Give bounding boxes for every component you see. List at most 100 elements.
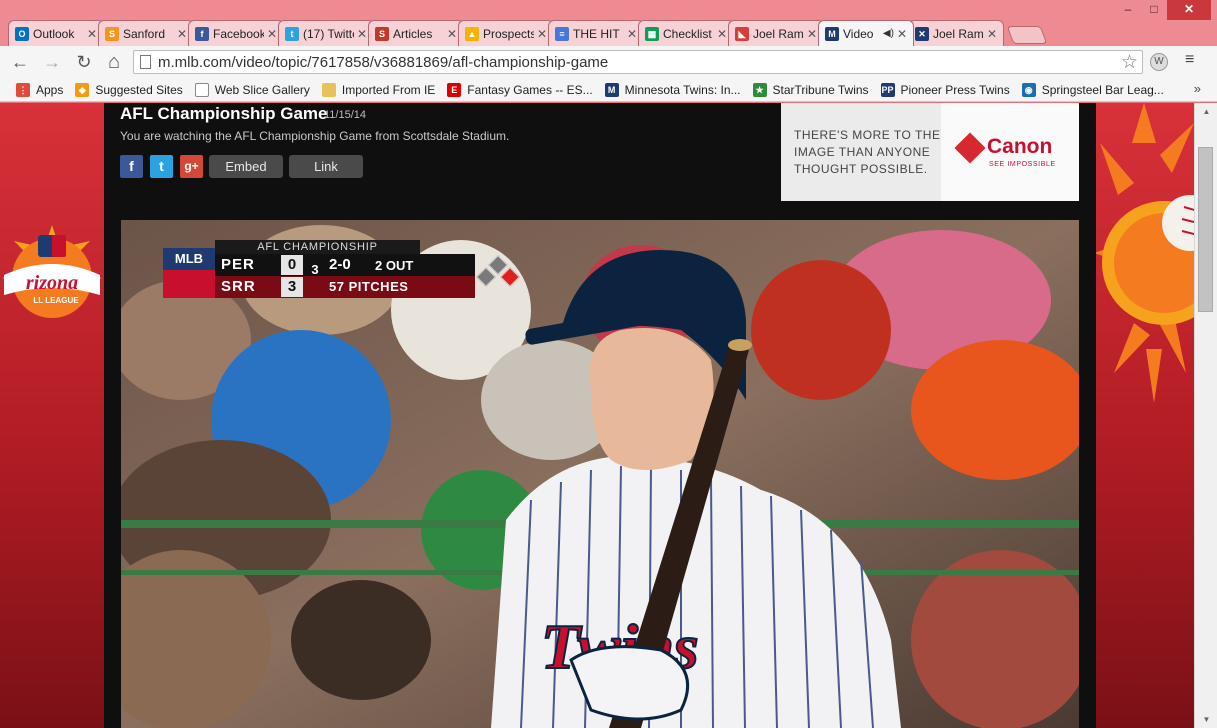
new-tab-button[interactable] [1006, 26, 1048, 44]
bookmark-item[interactable]: ⋮ Apps [16, 82, 64, 97]
bookmark-label: Minnesota Twins: In... [624, 82, 741, 97]
scroll-up-arrow-icon[interactable]: ▲ [1195, 103, 1217, 120]
page-icon [194, 82, 209, 97]
away-team-row: PER 0 2-0 2 OUT [215, 254, 475, 276]
mlb-icon: M [825, 26, 839, 41]
tab-9[interactable]: M Video ◀) ✕ [818, 20, 914, 46]
video-title: AFL Championship Game [120, 104, 328, 123]
tab-label: THE HIT [573, 26, 620, 41]
extension-icon[interactable]: W [1150, 53, 1168, 71]
close-window-button[interactable]: ✕ [1167, 0, 1211, 20]
menu-icon[interactable]: ≡ [1185, 51, 1194, 69]
sheets-icon: ▦ [645, 26, 659, 41]
scoreboard-body: PER 0 2-0 2 OUT SRR 3 57 PITCHES 3 [215, 254, 520, 298]
facebook-share-icon[interactable]: f [120, 155, 143, 178]
tab-5[interactable]: ▲ Prospects ✕ [458, 20, 554, 46]
ad-brand-name: Canon [987, 135, 1053, 158]
home-team-name: SRR [221, 278, 256, 295]
tab-label: Sanford [123, 26, 166, 41]
tab-close-icon[interactable]: ✕ [807, 27, 817, 41]
tab-close-icon[interactable]: ✕ [87, 27, 97, 41]
home-team-runs: 3 [281, 277, 303, 297]
tab-1[interactable]: S Sanford ✕ [98, 20, 194, 46]
scrollbar-thumb[interactable] [1198, 147, 1213, 312]
browser-toolbar: ← → ↻ ⌂ m.mlb.com/video/topic/7617858/v3… [0, 46, 1217, 78]
bookmark-item[interactable]: ◉ Springsteel Bar Leag... [1021, 82, 1164, 97]
away-team-runs: 0 [281, 255, 303, 275]
tab-3[interactable]: t (17) Twitter✕ [278, 20, 374, 46]
embed-button[interactable]: Embed [209, 155, 283, 178]
mlb-icon: M [604, 82, 619, 97]
tab-close-icon[interactable]: ✕ [447, 27, 457, 41]
tab-close-icon[interactable]: ✕ [357, 27, 367, 41]
bookmark-label: Web Slice Gallery [214, 82, 310, 97]
tab-close-icon[interactable]: ✕ [267, 27, 277, 41]
video-player[interactable]: Twins AFL CHAMPIONSHIP MLB [121, 220, 1079, 728]
bookmarks-bar: ⋮ Apps ◆ Suggested Sites Web Slice Gallery Im… [0, 78, 1217, 102]
minimize-button[interactable]: – [1115, 0, 1141, 20]
bookmark-item[interactable]: M Minnesota Twins: In... [604, 82, 741, 97]
tab-close-icon[interactable]: ✕ [177, 27, 187, 41]
apps-icon: ⋮ [16, 82, 30, 97]
bases-diamond-icon [475, 255, 523, 290]
sanford-icon: S [105, 26, 119, 41]
twitter-share-icon[interactable]: t [150, 155, 173, 178]
bookmark-label: Fantasy Games -- ES... [467, 82, 593, 97]
bookmark-item[interactable]: PP Pioneer Press Twins [880, 82, 1010, 97]
sun-background-graphic [1094, 103, 1194, 403]
canon-advertisement[interactable]: THERE'S MORE TO THE IMAGE THAN ANYONE TH… [781, 103, 1079, 201]
first-base-icon [500, 267, 520, 287]
tab-8[interactable]: ◣ Joel Ramirez✕ [728, 20, 824, 46]
page-viewport: rizona LL LEAGUE AFL Championship Game 1… [0, 103, 1194, 728]
audio-playing-icon: ◀) [882, 28, 894, 39]
arizona-fall-league-logo: rizona LL LEAGUE [2, 225, 102, 318]
tab-6[interactable]: ≡ THE HIT ✕ [548, 20, 644, 46]
tab-0[interactable]: O Outlook ✕ [8, 20, 104, 46]
outlook-icon: O [15, 26, 29, 41]
tab-label: Checklist [663, 26, 712, 41]
tab-close-icon[interactable]: ✕ [987, 27, 997, 41]
ball-strike-count: 2-0 [329, 256, 351, 273]
googleplus-share-icon[interactable]: g+ [180, 155, 203, 178]
tab-7[interactable]: ▦ Checklist ✕ [638, 20, 734, 46]
link-button[interactable]: Link [289, 155, 363, 178]
bookmark-item[interactable]: E Fantasy Games -- ES... [447, 82, 593, 97]
url-text[interactable]: m.mlb.com/video/topic/7617858/v36881869/… [158, 54, 608, 71]
suggested-sites-icon: ◆ [75, 82, 90, 97]
docs-icon: ≡ [555, 26, 569, 41]
tab-close-icon[interactable]: ✕ [897, 27, 907, 41]
bookmark-label: Pioneer Press Twins [900, 82, 1010, 97]
pioneer-press-icon: PP [880, 82, 895, 97]
tab-10[interactable]: ✕Joel Ramirez✕ [908, 20, 1004, 46]
back-button[interactable]: ← [8, 50, 32, 74]
bookmark-label: StarTribune Twins [772, 82, 869, 97]
canon-logo-mark-icon [954, 132, 986, 164]
tab-close-icon[interactable]: ✕ [627, 27, 637, 41]
address-bar[interactable]: m.mlb.com/video/topic/7617858/v36881869/… [133, 50, 1143, 74]
bookmark-star-icon[interactable]: ☆ [1121, 51, 1138, 74]
facebook-icon: f [195, 26, 209, 41]
forward-button[interactable]: → [40, 50, 64, 74]
home-icon[interactable]: ⌂ [102, 50, 126, 74]
tab-2[interactable]: f Facebook ✕ [188, 20, 284, 46]
page-icon [140, 55, 151, 69]
maximize-button[interactable]: □ [1141, 0, 1167, 20]
video-date: 11/15/14 [324, 109, 367, 121]
scroll-down-arrow-icon[interactable]: ▼ [1195, 711, 1217, 728]
tab-4[interactable]: S Articles ✕ [368, 20, 464, 46]
away-team-name: PER [221, 256, 255, 273]
reload-button[interactable]: ↻ [72, 50, 96, 74]
bookmark-label: Imported From IE [341, 82, 436, 97]
bookmark-item[interactable]: ★ StarTribune Twins [752, 82, 869, 97]
outs-count: 2 OUT [375, 258, 414, 273]
vertical-scrollbar[interactable]: ▲ ▼ [1194, 103, 1217, 728]
bookmark-item[interactable]: Web Slice Gallery [194, 82, 310, 97]
espn-icon: E [447, 82, 462, 97]
tab-close-icon[interactable]: ✕ [717, 27, 727, 41]
twitter-icon: t [285, 26, 299, 41]
tab-close-icon[interactable]: ✕ [537, 27, 547, 41]
bookmark-label: Apps [36, 82, 64, 97]
bookmark-item[interactable]: Imported From IE [321, 82, 436, 97]
bookmark-item[interactable]: ◆ Suggested Sites [75, 82, 183, 97]
bookmarks-overflow-chevron-icon[interactable]: » [1194, 81, 1201, 96]
